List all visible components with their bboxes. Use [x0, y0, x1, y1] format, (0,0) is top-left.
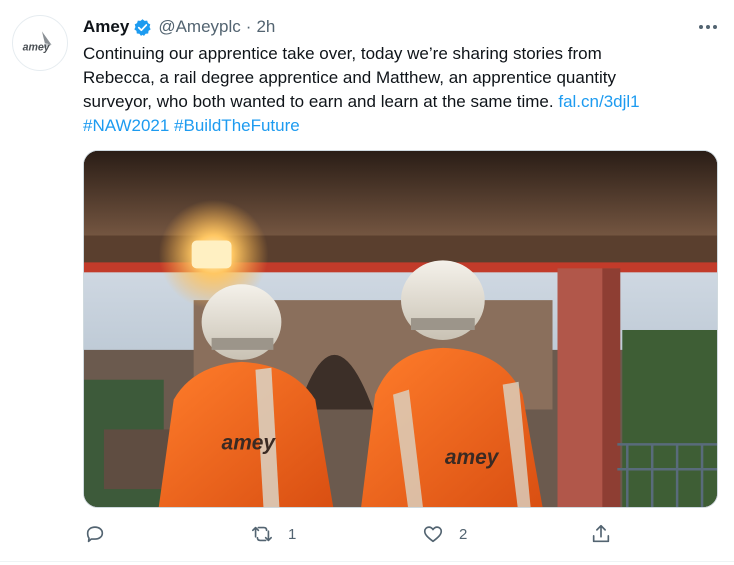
like-button[interactable]: 2: [422, 519, 467, 549]
tweet-text-line: surveyor, who both wanted to earn and le…: [83, 92, 554, 111]
like-icon: [423, 526, 443, 543]
verified-badge-icon: [134, 18, 151, 36]
tweet-header: Amey @Ameyplc · 2h: [83, 16, 275, 38]
retweet-button[interactable]: 1: [251, 519, 296, 549]
tweet-link[interactable]: fal.cn/3djl1: [558, 92, 639, 111]
reply-icon: [86, 526, 104, 543]
tweet-text: Continuing our apprentice take over, tod…: [83, 42, 718, 138]
share-button[interactable]: [590, 519, 612, 549]
hashtag-buildthefuture[interactable]: #BuildTheFuture: [174, 116, 300, 135]
more-button[interactable]: [694, 16, 722, 38]
author-name[interactable]: Amey: [83, 17, 129, 37]
tweet-text-line: Rebecca, a rail degree apprentice and Ma…: [83, 68, 617, 87]
more-icon: [699, 25, 717, 29]
tweet-divider: [0, 561, 734, 562]
share-icon: [592, 524, 610, 543]
apprentices-photo: amey amey: [84, 151, 717, 507]
avatar[interactable]: amey: [12, 15, 68, 71]
avatar-logo-text: amey: [23, 42, 51, 54]
jacket-logo-left: amey: [222, 431, 277, 454]
tweet-text-line: Continuing our apprentice take over, tod…: [83, 44, 602, 63]
action-bar: 1 2: [80, 519, 720, 549]
author-handle[interactable]: @Ameyplc: [158, 17, 240, 37]
tweet-image[interactable]: amey amey: [83, 150, 718, 508]
tweet[interactable]: amey Amey @Ameyplc · 2h Continuing our a…: [0, 0, 734, 565]
like-count: 2: [459, 525, 468, 543]
separator-dot: ·: [245, 17, 252, 36]
reply-button[interactable]: [84, 519, 121, 549]
timestamp[interactable]: 2h: [256, 17, 275, 37]
jacket-logo-right: amey: [445, 446, 500, 469]
hashtag-naw2021[interactable]: #NAW2021: [83, 116, 169, 135]
retweet-icon: [252, 526, 272, 542]
retweet-count: 1: [288, 525, 297, 543]
amey-logo-icon: amey: [13, 16, 67, 70]
